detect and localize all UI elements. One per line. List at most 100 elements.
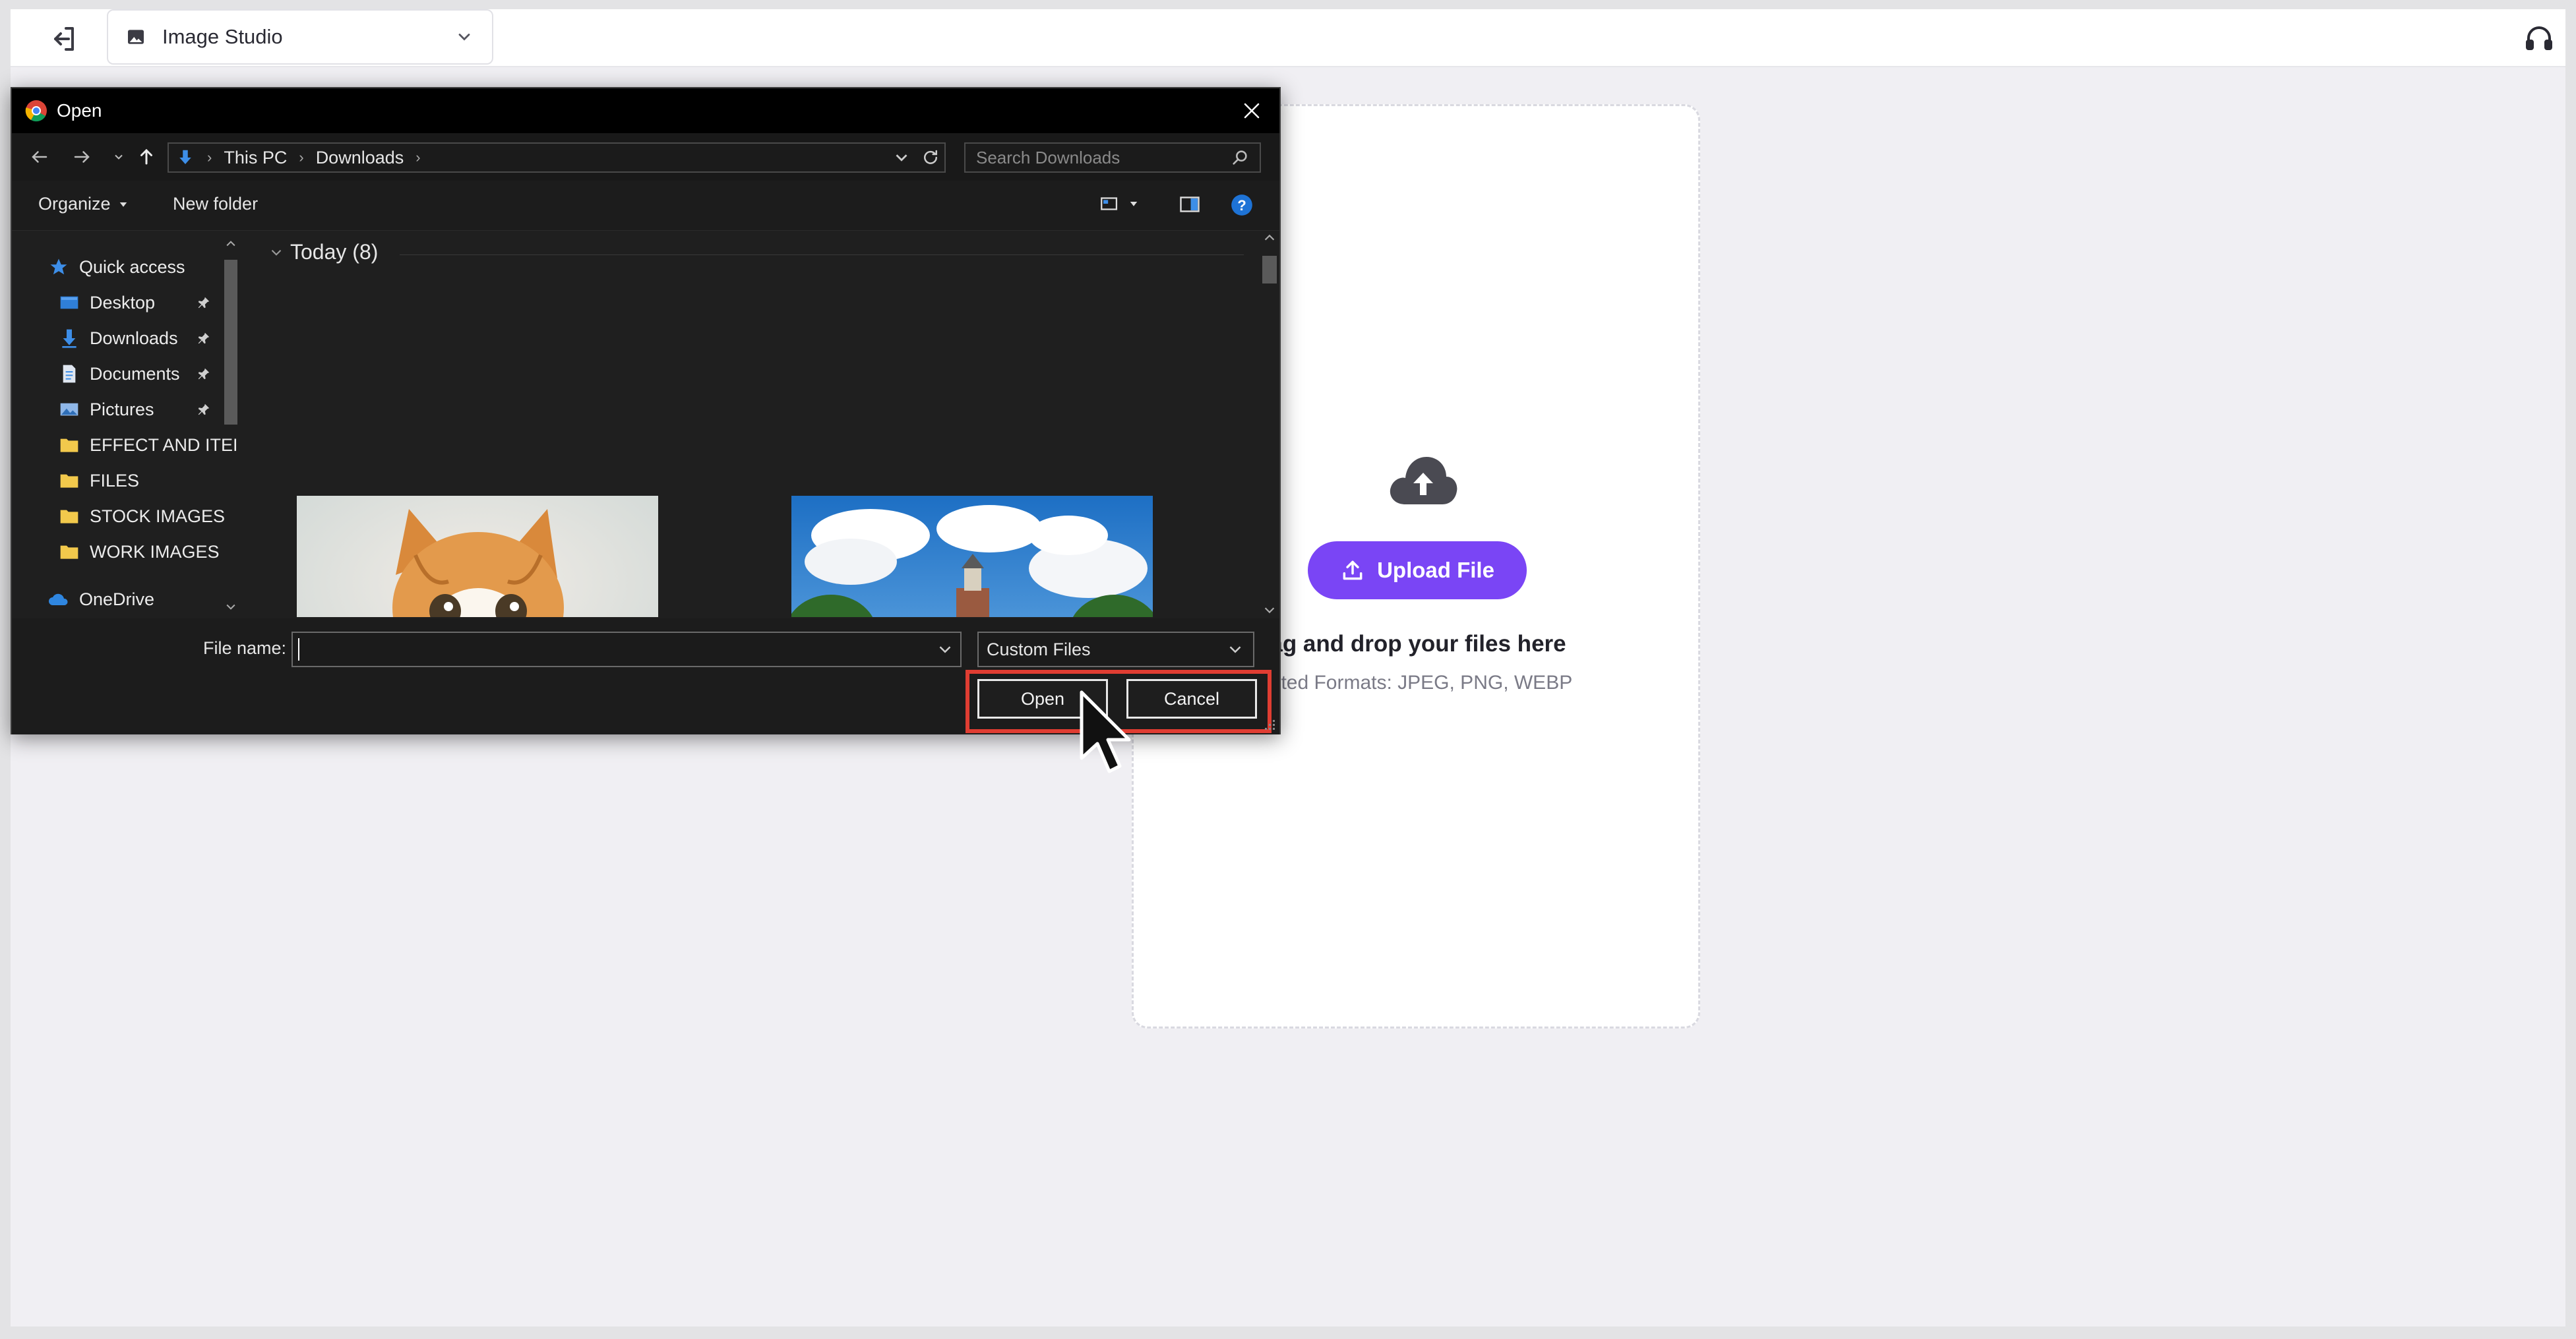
organize-menu[interactable]: Organize xyxy=(38,194,129,214)
upload-icon xyxy=(1343,560,1363,580)
arrow-right-icon xyxy=(74,151,90,163)
nav-item-label: Documents xyxy=(90,363,180,384)
scroll-up-icon[interactable] xyxy=(224,237,237,251)
chevron-down-icon[interactable] xyxy=(935,640,955,659)
arrow-left-icon xyxy=(32,151,47,163)
nav-item-desktop[interactable]: Desktop xyxy=(57,286,155,319)
preview-pane-button[interactable] xyxy=(1178,193,1202,216)
nav-item-label: Pictures xyxy=(90,399,154,419)
top-bar: Image Studio xyxy=(11,9,2565,67)
folder-icon xyxy=(57,468,82,493)
dialog-title: Open xyxy=(57,100,102,121)
nav-item-folder[interactable]: EFFECT AND ITEI xyxy=(57,429,238,461)
address-history-chevron-icon[interactable] xyxy=(892,145,911,170)
nav-item-folder[interactable]: FILES xyxy=(57,464,139,497)
group-header-label: Today (8) xyxy=(290,240,379,264)
studio-selector[interactable]: Image Studio xyxy=(107,9,493,65)
nav-item-label: Desktop xyxy=(90,292,156,312)
folder-icon xyxy=(57,504,82,529)
nav-item-label: EFFECT AND ITEI xyxy=(90,434,238,455)
chevron-down-icon xyxy=(115,154,123,160)
file-name-input[interactable] xyxy=(291,632,962,667)
upload-file-button[interactable]: Upload File xyxy=(1308,541,1527,599)
scroll-down-icon[interactable] xyxy=(224,600,237,613)
file-type-value: Custom Files xyxy=(987,639,1091,659)
nav-item-folder[interactable]: STOCK IMAGES xyxy=(57,500,225,533)
group-header-today[interactable]: Today (8) xyxy=(268,240,378,264)
text-caret xyxy=(298,638,299,661)
file-type-select[interactable]: Custom Files xyxy=(977,632,1254,667)
support-button[interactable] xyxy=(2519,18,2559,58)
file-list-pane: Today (8) xyxy=(248,231,1256,617)
nav-quick-access[interactable]: Quick access xyxy=(46,251,185,283)
help-button[interactable]: ? xyxy=(1229,193,1254,218)
nav-item-label: FILES xyxy=(90,470,140,491)
nav-scrollbar[interactable] xyxy=(220,237,241,613)
nav-onedrive[interactable]: OneDrive xyxy=(46,583,154,616)
scroll-down-icon[interactable] xyxy=(1262,603,1277,617)
refresh-icon[interactable] xyxy=(921,145,940,170)
pin-icon xyxy=(194,328,214,348)
back-button[interactable] xyxy=(26,144,53,170)
content-scrollbar[interactable] xyxy=(1260,231,1279,617)
breadcrumb-downloads[interactable]: Downloads xyxy=(316,148,404,168)
new-folder-button[interactable]: New folder xyxy=(173,194,258,214)
dialog-close-button[interactable] xyxy=(1236,95,1268,127)
caret-down-icon xyxy=(119,202,127,207)
nav-quick-access-label: Quick access xyxy=(79,256,185,277)
dialog-titlebar[interactable]: Open xyxy=(12,88,1279,133)
chevron-down-icon xyxy=(271,249,282,256)
file-thumbnail-building[interactable] xyxy=(791,496,1153,617)
search-input[interactable]: Search Downloads xyxy=(964,142,1261,173)
nav-item-downloads[interactable]: Downloads xyxy=(57,322,178,355)
desktop-icon xyxy=(57,290,82,315)
downloads-arrow-icon xyxy=(179,150,191,164)
address-bar[interactable]: › This PC › Downloads › xyxy=(168,142,946,173)
image-icon xyxy=(123,24,149,50)
resize-grip-icon[interactable] xyxy=(1262,717,1277,732)
pin-icon xyxy=(194,293,214,312)
up-button[interactable] xyxy=(133,144,160,170)
pin-icon xyxy=(194,364,214,384)
nav-item-label: Downloads xyxy=(90,328,178,348)
view-options-button[interactable] xyxy=(1099,193,1140,215)
nav-onedrive-label: OneDrive xyxy=(79,589,155,609)
headset-icon xyxy=(2526,26,2552,50)
documents-icon xyxy=(57,361,82,386)
studio-selector-label: Image Studio xyxy=(162,25,283,48)
upload-file-label: Upload File xyxy=(1377,558,1494,582)
logout-icon xyxy=(54,27,74,51)
breadcrumb-this-pc[interactable]: This PC xyxy=(224,148,287,168)
svg-text:?: ? xyxy=(1237,197,1246,214)
close-icon xyxy=(1244,103,1260,119)
address-row: › This PC › Downloads › Search Downloads xyxy=(12,133,1279,181)
nav-item-label: STOCK IMAGES xyxy=(90,506,226,526)
content-scroll-thumb[interactable] xyxy=(1262,256,1277,283)
navigation-pane: Quick access Desktop Downloads Documents… xyxy=(12,231,244,617)
nav-scroll-thumb[interactable] xyxy=(224,260,237,425)
help-icon: ? xyxy=(1231,194,1252,216)
folder-icon xyxy=(57,539,82,564)
recent-locations-button[interactable] xyxy=(106,144,132,170)
star-icon xyxy=(46,254,71,280)
nav-item-label: WORK IMAGES xyxy=(90,541,220,562)
search-placeholder: Search Downloads xyxy=(976,147,1120,167)
preview-pane-icon xyxy=(1180,196,1200,212)
folder-icon xyxy=(57,432,82,458)
exit-button[interactable] xyxy=(37,16,90,62)
new-folder-label: New folder xyxy=(173,194,259,214)
nav-item-pictures[interactable]: Pictures xyxy=(57,393,154,426)
pin-icon xyxy=(194,400,214,419)
organize-label: Organize xyxy=(38,194,111,214)
dialog-toolbar: Organize New folder ? xyxy=(12,181,1279,231)
nav-item-documents[interactable]: Documents xyxy=(57,357,180,390)
caret-down-icon xyxy=(1130,202,1138,206)
group-divider xyxy=(400,254,1244,255)
forward-button[interactable] xyxy=(69,144,95,170)
file-thumbnail-kitten[interactable] xyxy=(297,496,658,617)
scroll-up-icon[interactable] xyxy=(1262,231,1277,245)
cancel-button[interactable]: Cancel xyxy=(1126,679,1257,719)
arrow-up-icon xyxy=(140,148,152,165)
open-file-dialog: Open › This PC › Downloads › Search Down… xyxy=(11,87,1281,734)
nav-item-folder[interactable]: WORK IMAGES xyxy=(57,535,220,568)
